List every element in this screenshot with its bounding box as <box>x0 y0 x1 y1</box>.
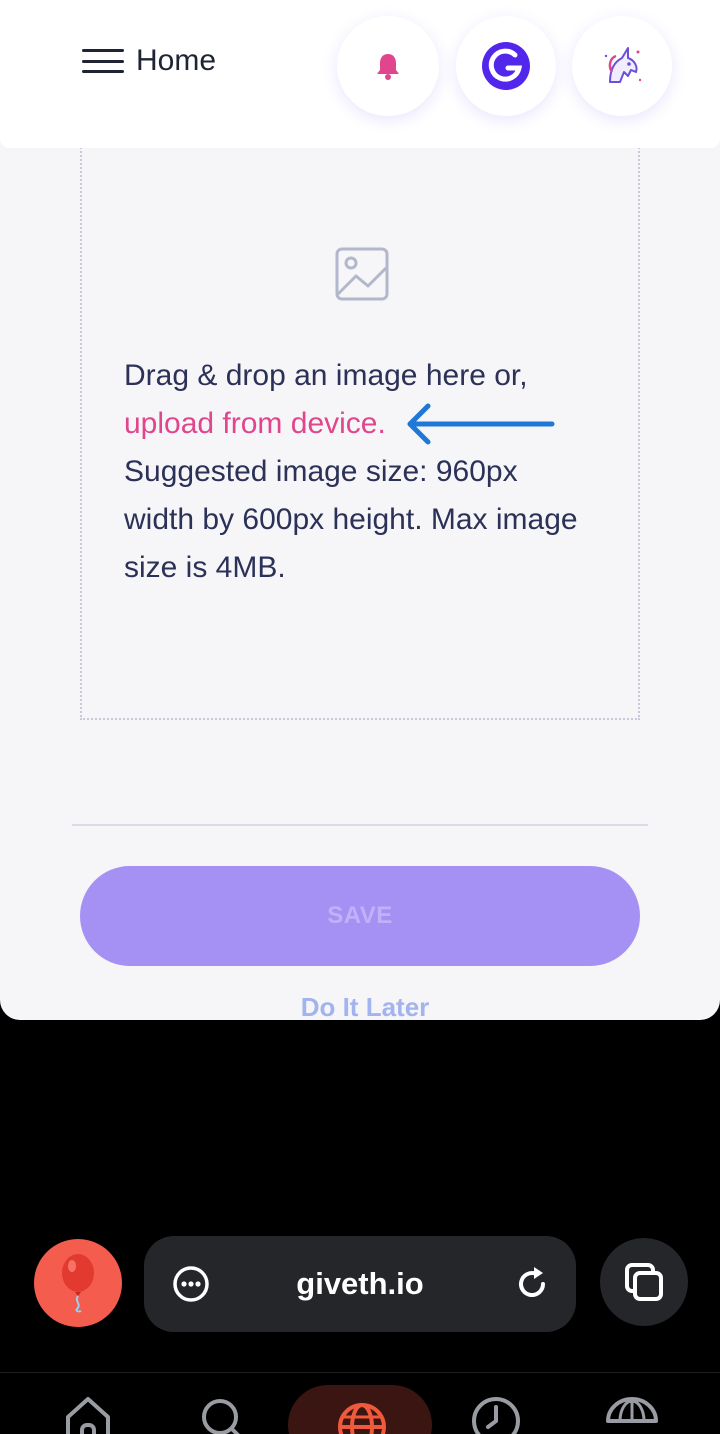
balloon-button[interactable] <box>34 1239 122 1327</box>
home-menu-button[interactable]: Home <box>82 44 216 78</box>
tabs-button[interactable] <box>600 1238 688 1326</box>
upload-from-device-link[interactable]: upload from device. <box>124 407 386 440</box>
home-menu-label: Home <box>136 44 217 77</box>
image-dropzone[interactable]: Drag & drop an image here or, upload fro… <box>80 120 640 720</box>
reload-icon[interactable] <box>512 1264 552 1304</box>
balloon-icon <box>62 1254 94 1313</box>
save-button[interactable]: SAVE <box>80 866 640 966</box>
history-icon[interactable] <box>468 1393 524 1434</box>
unicorn-avatar-icon <box>604 47 642 83</box>
hamburger-menu-icon <box>82 46 124 76</box>
globe-icon[interactable] <box>334 1399 390 1434</box>
site-header: Home <box>0 0 720 148</box>
bell-icon <box>377 54 399 80</box>
user-avatar-button[interactable] <box>572 16 672 116</box>
home-icon[interactable] <box>60 1393 116 1434</box>
tabs-icon <box>625 1263 663 1301</box>
image-size-hint: Suggested image size: 960px width by 600… <box>124 455 578 584</box>
address-bar[interactable]: giveth.io <box>144 1236 576 1332</box>
do-it-later-link[interactable]: Do It Later <box>0 992 720 1020</box>
bottom-navigation <box>0 1372 720 1434</box>
search-icon[interactable] <box>196 1393 252 1434</box>
section-divider <box>72 824 648 826</box>
giv-logo-icon <box>482 42 530 90</box>
parachute-icon[interactable] <box>604 1393 660 1434</box>
arrow-left-icon <box>407 403 555 445</box>
web-page: Drag & drop an image here or, upload fro… <box>0 0 720 1020</box>
image-icon <box>335 247 389 301</box>
notifications-button[interactable] <box>337 16 439 116</box>
giv-button[interactable] <box>456 16 556 116</box>
dropzone-line-1: Drag & drop an image here or, <box>124 359 528 392</box>
dropzone-instructions: Drag & drop an image here or, upload fro… <box>124 352 594 592</box>
